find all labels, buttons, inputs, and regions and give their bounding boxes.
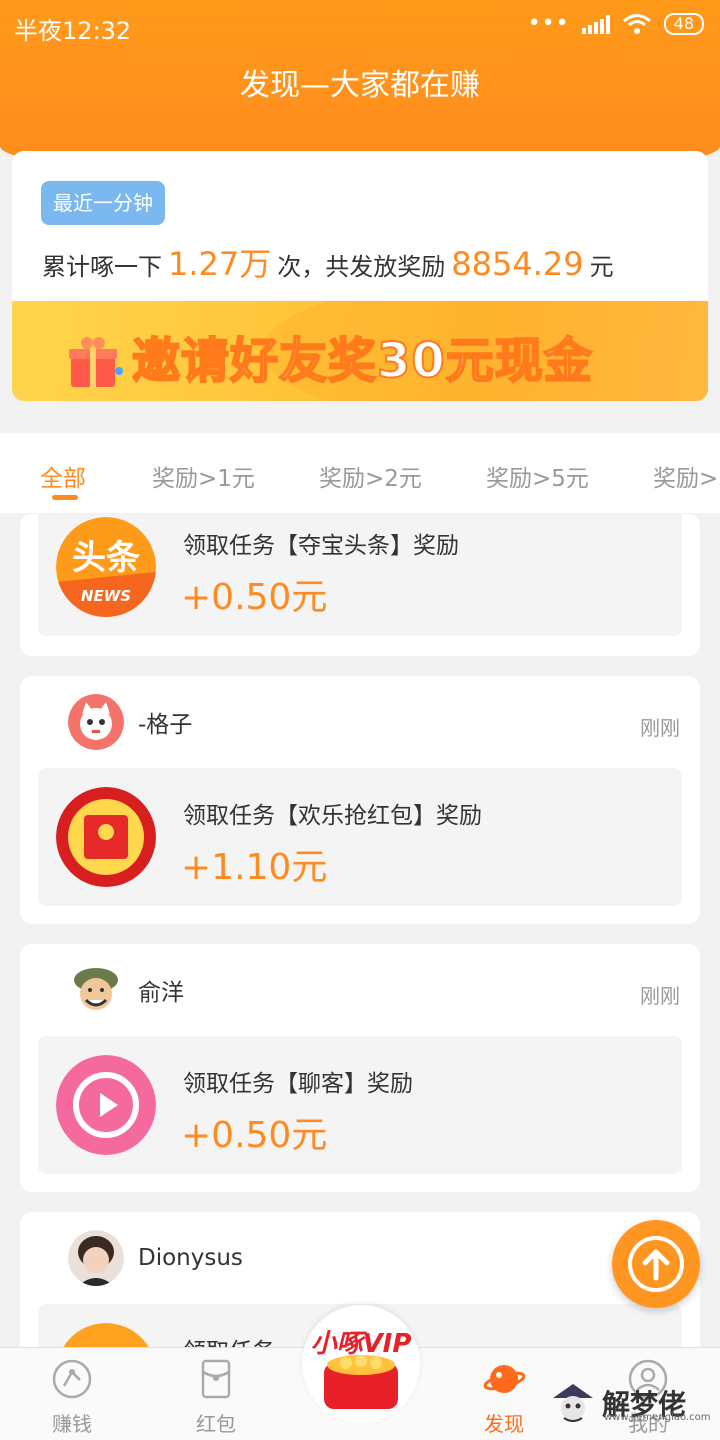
user-avatar[interactable] (68, 962, 124, 1018)
user-row: 俞洋 (68, 962, 184, 1018)
recent-minute-chip: 最近一分钟 (41, 181, 165, 225)
nav-label: 赚钱 (52, 1412, 92, 1436)
tab-reward-more[interactable]: 奖励> (653, 459, 718, 493)
time-ago: 刚刚 (640, 716, 680, 740)
scroll-top-button[interactable] (612, 1220, 700, 1308)
task-box[interactable]: 领取任务【聊客】奖励 +0.50元 (38, 1036, 682, 1174)
task-reward: +0.50元 (181, 577, 328, 618)
red-envelope-icon (201, 1359, 231, 1399)
vip-button[interactable]: 小啄VIP (302, 1305, 420, 1423)
username: Dionysus (138, 1245, 243, 1271)
task-reward: +1.10元 (181, 847, 328, 888)
status-bar: 半夜12:32 ••• 48 (0, 0, 720, 50)
invite-banner[interactable]: 邀请好友奖30元现金 (12, 301, 708, 401)
user-row: -格子 (68, 694, 192, 750)
status-time: 半夜12:32 (14, 17, 132, 45)
page-title: 发现—大家都在赚 (240, 68, 480, 103)
stats-amount: 8854.29 (451, 245, 584, 283)
task-title: 领取任务【欢乐抢红包】奖励 (183, 803, 482, 829)
feed-card[interactable]: 俞洋 刚刚 领取任务【聊客】奖励 +0.50元 (20, 944, 700, 1192)
svg-text:NEWS: NEWS (81, 587, 131, 605)
watermark-url: www.jiemenglao.com (604, 1412, 711, 1423)
tab-reward-gt-1[interactable]: 奖励>1元 (152, 459, 255, 493)
liaoke-play-logo-icon (56, 1055, 156, 1155)
stats-summary: 累计啄一下 1.27万 次，共发放奖励 8854.29 元 (42, 239, 614, 285)
wifi-icon (622, 14, 651, 34)
toutiao-news-logo-icon: 头条 NEWS (56, 517, 156, 617)
active-tab-indicator (52, 495, 78, 500)
red-packet-logo-icon (56, 787, 156, 887)
tab-reward-gt-5[interactable]: 奖励>5元 (486, 459, 589, 493)
svg-text:头条: 头条 (72, 538, 140, 578)
feed-card[interactable]: 头条 NEWS 领取任务【夺宝头条】奖励 +0.50元 (20, 514, 700, 656)
hat-logo-icon (553, 1384, 593, 1422)
task-reward: +0.50元 (181, 1115, 328, 1156)
user-avatar[interactable] (68, 1230, 124, 1286)
more-dots-icon: ••• (527, 11, 570, 36)
stats-middle: 次，共发放奖励 (277, 253, 446, 281)
task-title: 领取任务【聊客】奖励 (183, 1071, 413, 1097)
time-ago: 刚刚 (640, 984, 680, 1008)
nav-item-red-envelope[interactable]: 红包 (166, 1358, 266, 1437)
username: -格子 (138, 712, 193, 738)
stats-count: 1.27万 (168, 245, 272, 283)
banner-text: 邀请好友奖30元现金 (131, 332, 593, 390)
arrow-up-icon (628, 1236, 684, 1292)
battery-indicator: 48 (663, 13, 704, 35)
gift-box-icon (69, 337, 123, 387)
feed-card[interactable]: -格子 刚刚 领取任务【欢乐抢红包】奖励 +1.10元 (20, 676, 700, 924)
nav-label: 发现 (484, 1412, 524, 1436)
signal-icon (581, 14, 610, 34)
tab-reward-gt-2[interactable]: 奖励>2元 (319, 459, 422, 493)
user-row: Dionysus (68, 1230, 243, 1286)
username: 俞洋 (138, 980, 184, 1006)
nav-item-earn[interactable]: 赚钱 (22, 1358, 122, 1437)
task-box[interactable]: 领取任务【欢乐抢红包】奖励 +1.10元 (38, 768, 682, 906)
vip-label: 小啄VIP (310, 1329, 412, 1359)
nav-label: 红包 (196, 1412, 236, 1436)
user-avatar[interactable] (68, 694, 124, 750)
earn-icon (52, 1359, 92, 1399)
reward-filter-tabs: 全部 奖励>1元 奖励>2元 奖励>5元 奖励> (0, 433, 720, 513)
watermark: 解梦佬 www.jiemenglao.com (548, 1378, 710, 1428)
tab-all[interactable]: 全部 (40, 459, 86, 493)
planet-icon (483, 1365, 526, 1393)
stats-prefix: 累计啄一下 (42, 253, 162, 281)
stats-suffix: 元 (589, 253, 614, 281)
stats-card: 最近一分钟 累计啄一下 1.27万 次，共发放奖励 8854.29 元 邀请好友奖30元… (12, 151, 708, 401)
task-title: 领取任务【夺宝头条】奖励 (183, 533, 459, 559)
task-box[interactable]: 头条 NEWS 领取任务【夺宝头条】奖励 +0.50元 (38, 514, 682, 636)
nav-item-discover[interactable]: 发现 (454, 1358, 554, 1437)
